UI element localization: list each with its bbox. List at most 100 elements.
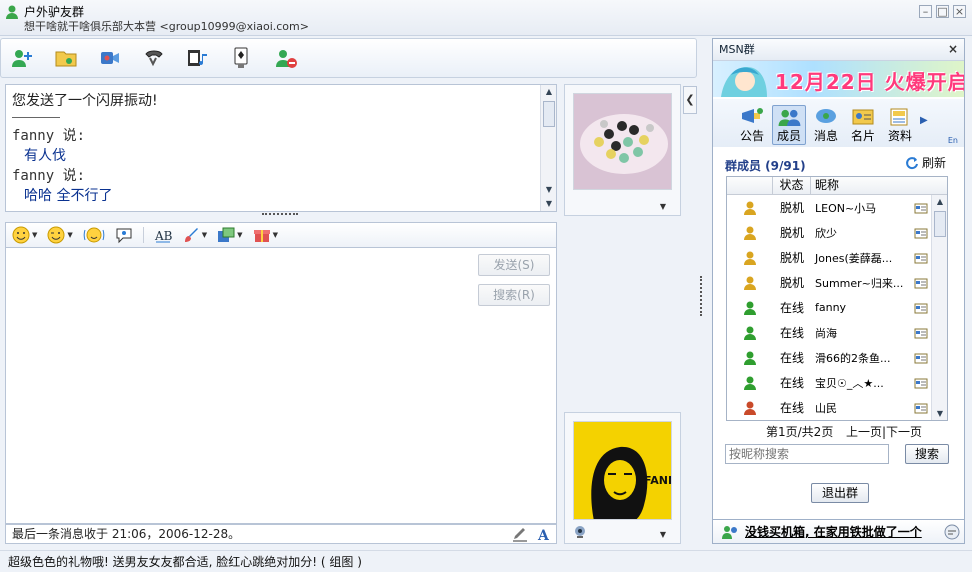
tab-messages[interactable]: 消息: [809, 99, 843, 147]
block-icon[interactable]: [273, 45, 299, 71]
message-input[interactable]: 发送(S) 搜索(R): [5, 248, 557, 524]
member-card-icon[interactable]: [911, 302, 931, 314]
tab-label: 资料: [887, 129, 912, 143]
scroll-end-icon[interactable]: ▼: [541, 197, 556, 211]
announce-icon: [742, 108, 763, 123]
main-toolbar: [0, 38, 697, 78]
gift-button[interactable]: ▼: [253, 225, 278, 245]
games-icon[interactable]: [229, 45, 255, 71]
chat-bubble-icon[interactable]: [944, 524, 960, 540]
emoticon-button[interactable]: ▼: [12, 225, 37, 245]
background-button[interactable]: ▼: [217, 225, 243, 245]
side-close-icon[interactable]: ×: [948, 39, 958, 60]
member-row[interactable]: 脱机 LEON~小马: [727, 195, 932, 220]
member-card-icon[interactable]: [911, 227, 931, 239]
member-card-icon[interactable]: [911, 252, 931, 264]
tab-members[interactable]: 成员: [772, 105, 806, 145]
tab-announce[interactable]: 公告: [735, 99, 769, 147]
column-nick[interactable]: 昵称: [811, 177, 839, 194]
member-row[interactable]: 在线 尚海: [727, 320, 932, 345]
status-tools: A: [512, 526, 552, 542]
member-card-icon[interactable]: [911, 202, 931, 214]
color-button[interactable]: ▼: [182, 225, 207, 245]
media-icon[interactable]: [185, 45, 211, 71]
page-nav[interactable]: 上一页|下一页: [846, 423, 922, 440]
self-avatar-menu-icon[interactable]: ▼: [660, 530, 666, 539]
banner-text: 12月22日 火爆开启: [775, 70, 964, 94]
offline-user-icon: [727, 200, 773, 216]
member-row[interactable]: 在线 滑66的2条鱼...: [727, 345, 932, 370]
self-avatar[interactable]: FANN: [573, 421, 672, 520]
tab-label: 消息: [813, 129, 838, 143]
font-button[interactable]: AB: [154, 225, 172, 245]
chat-scrollbar[interactable]: ▲ ▼ ▼: [540, 85, 556, 211]
contact-avatar[interactable]: [573, 93, 672, 190]
search-button[interactable]: 搜索(R): [478, 284, 550, 306]
tab-more-icon[interactable]: ▶: [920, 99, 928, 147]
chat-history[interactable]: 您发送了一个闪屏振动! fanny 说: 有人伐 fanny 说: 哈哈 全不行…: [5, 84, 557, 212]
member-card-icon[interactable]: [911, 352, 931, 364]
scroll-thumb[interactable]: [543, 101, 555, 127]
pen-icon[interactable]: [512, 526, 528, 542]
scroll-thumb[interactable]: [934, 211, 946, 237]
tab-label: 公告: [739, 129, 764, 143]
refresh-button[interactable]: 刷新: [905, 154, 946, 171]
nudge-button[interactable]: [83, 225, 105, 245]
ad-link[interactable]: 超级色色的礼物哦! 送男友女友都合适, 脸红心跳绝对加分! ( 组图 ): [0, 550, 972, 572]
contact-avatar-panel: ▼: [564, 84, 681, 216]
member-status: 在线: [779, 351, 804, 365]
leave-group-button[interactable]: 退出群: [811, 483, 869, 503]
members-scrollbar[interactable]: ▲ ▼: [931, 195, 947, 420]
refresh-icon: [906, 156, 918, 169]
maximize-icon[interactable]: □: [936, 5, 949, 18]
member-card-icon[interactable]: [911, 327, 931, 339]
member-card-icon[interactable]: [911, 377, 931, 389]
member-card-icon[interactable]: [911, 277, 931, 289]
promo-banner[interactable]: 12月22日 火爆开启: [713, 61, 964, 97]
svg-text:FANN: FANN: [644, 474, 672, 487]
collapse-side-button[interactable]: ❮: [683, 86, 697, 114]
column-status[interactable]: 状态: [773, 177, 811, 194]
system-message: 您发送了一个闪屏振动!: [12, 93, 158, 109]
voice-call-icon[interactable]: [141, 45, 167, 71]
member-row[interactable]: 脱机 欣少: [727, 220, 932, 245]
footer-news-link[interactable]: 没钱买机箱, 在家用铁批做了一个: [745, 523, 922, 540]
members-title: 群成员 (9/91): [725, 159, 806, 173]
format-toolbar: ▼ ▼ AB ▼ ▼ ▼: [5, 222, 557, 248]
video-chat-icon[interactable]: [97, 45, 123, 71]
send-file-icon[interactable]: [53, 45, 79, 71]
send-button[interactable]: 发送(S): [478, 254, 550, 276]
member-status: 脱机: [779, 201, 804, 215]
member-row[interactable]: 脱机 Jones(姜薛磊...: [727, 245, 932, 270]
banner-character-icon: [721, 67, 767, 97]
svg-text:AB: AB: [154, 229, 172, 243]
scroll-up-icon[interactable]: ▲: [932, 195, 947, 209]
font-style-icon[interactable]: A: [536, 526, 552, 542]
member-search-button[interactable]: 搜索: [905, 444, 949, 464]
member-row[interactable]: 在线 山民: [727, 395, 932, 420]
member-row[interactable]: 在线 fanny: [727, 295, 932, 320]
vertical-splitter[interactable]: [700, 276, 702, 316]
horizontal-splitter[interactable]: [262, 213, 298, 217]
wink-button[interactable]: ▼: [47, 225, 73, 245]
scroll-up-icon[interactable]: ▲: [541, 85, 556, 99]
avatar-menu-icon[interactable]: ▼: [660, 202, 666, 211]
close-icon[interactable]: ×: [953, 5, 966, 18]
nudge-icon: [83, 227, 105, 243]
minimize-icon[interactable]: –: [919, 5, 932, 18]
scroll-down-icon[interactable]: ▼: [932, 407, 947, 420]
voice-clip-button[interactable]: [115, 225, 133, 245]
member-row[interactable]: 在线 宝贝☉_︿★...: [727, 370, 932, 395]
member-card-icon[interactable]: [911, 402, 931, 414]
tab-info[interactable]: 资料: [883, 99, 917, 147]
info-icon: [890, 108, 908, 126]
webcam-icon[interactable]: [573, 525, 587, 539]
nick-search-input[interactable]: [725, 444, 889, 464]
scroll-down-icon[interactable]: ▼: [541, 183, 556, 197]
invite-contact-icon[interactable]: [9, 45, 35, 71]
member-nick: LEON~小马: [815, 201, 877, 215]
language-toggle[interactable]: En: [948, 136, 958, 145]
member-status: 在线: [779, 401, 804, 415]
tab-card[interactable]: 名片: [846, 99, 880, 147]
member-row[interactable]: 脱机 Summer~归来...: [727, 270, 932, 295]
